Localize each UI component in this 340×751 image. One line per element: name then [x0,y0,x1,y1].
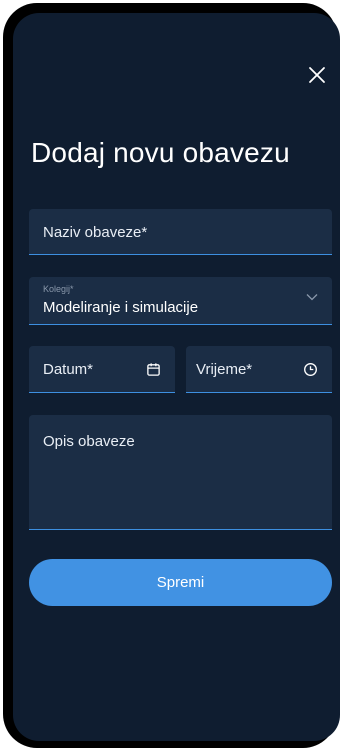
date-field[interactable]: Datum* [29,346,175,393]
description-placeholder: Opis obaveze [43,433,135,450]
course-select[interactable]: Kolegij* Modeliranje i simulacije [29,277,332,325]
task-name-placeholder: Naziv obaveze* [43,224,148,241]
phone-frame: Dodaj novu obavezu Naziv obaveze* Kolegi… [3,3,340,748]
time-field[interactable]: Vrijeme* [186,346,332,393]
description-field[interactable]: Opis obaveze [29,415,332,530]
close-button[interactable] [305,63,329,87]
time-placeholder: Vrijeme* [196,361,253,378]
clock-icon [304,363,317,376]
page-title: Dodaj novu obavezu [31,137,290,168]
close-icon [309,67,325,83]
add-task-screen: Dodaj novu obavezu Naziv obaveze* Kolegi… [13,13,340,741]
task-name-field[interactable]: Naziv obaveze* [29,209,332,255]
course-selected-value: Modeliranje i simulacije [43,299,199,316]
course-label: Kolegij* [43,284,74,294]
save-button[interactable]: Spremi [29,559,332,606]
chevron-down-icon [306,294,318,301]
calendar-icon [147,363,160,376]
date-placeholder: Datum* [43,361,94,378]
